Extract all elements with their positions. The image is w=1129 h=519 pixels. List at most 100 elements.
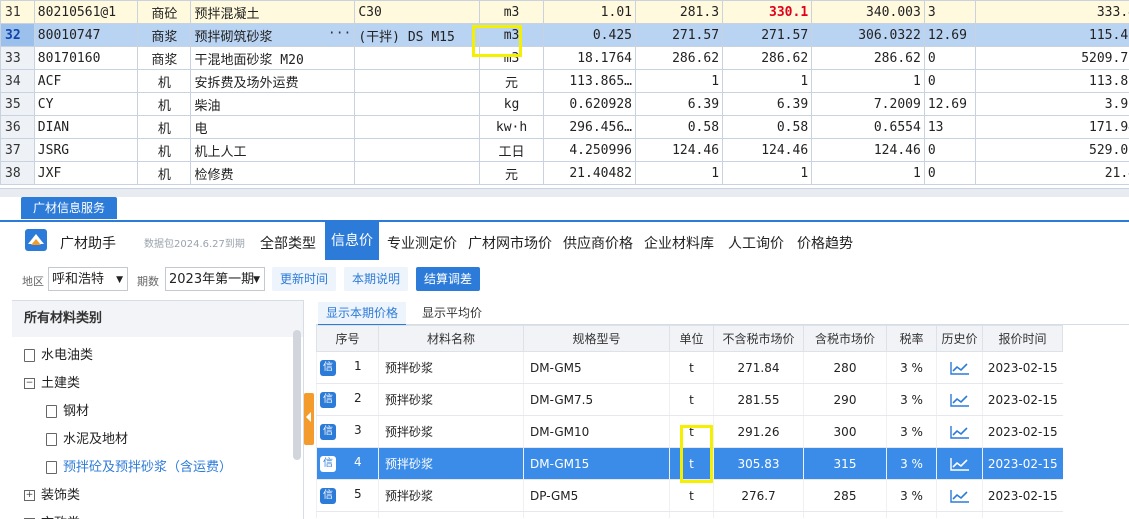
cell-type[interactable]: 机 xyxy=(138,162,191,185)
tree-node[interactable]: +装饰类 xyxy=(24,483,80,509)
tab-material-service[interactable]: 广材信息服务 xyxy=(21,197,117,219)
cell-row[interactable]: 35 xyxy=(1,93,35,116)
cell-history[interactable] xyxy=(937,384,983,416)
price-row[interactable]: 信6预拌砂浆DP-GM7.5t286.412953 %2023-02-15 xyxy=(317,512,1063,519)
period-notes-button[interactable]: 本期说明 xyxy=(344,267,408,291)
column-header[interactable]: 规格型号 xyxy=(524,326,670,352)
cell-history[interactable] xyxy=(937,512,983,519)
cell-type[interactable]: 机 xyxy=(138,116,191,139)
column-header[interactable]: 材料名称 xyxy=(379,326,524,352)
column-header[interactable]: 含税市场价 xyxy=(804,326,887,352)
cell-p1[interactable]: 271.57 xyxy=(635,24,722,47)
grid-row[interactable]: 3280010747商浆预拌砌筑砂浆···(干拌) DS M15m30.4252… xyxy=(1,24,1129,47)
grid-row[interactable]: 35CY机柴油kg0.6209286.396.397.200912.693.97 xyxy=(1,93,1129,116)
cell-p1[interactable]: 0.58 xyxy=(635,116,722,139)
cell-total[interactable]: 21.4 xyxy=(976,162,1129,185)
cell-history[interactable] xyxy=(937,352,983,384)
cell-p2[interactable]: 1 xyxy=(723,70,812,93)
cell-type[interactable]: 商砼 xyxy=(138,1,191,24)
cell-p2[interactable]: 286.62 xyxy=(723,47,812,70)
column-header[interactable]: 序号 xyxy=(317,326,379,352)
cell-type[interactable]: 商浆 xyxy=(138,47,191,70)
tree-node[interactable]: 预拌砼及预拌砂浆（含运费） xyxy=(46,455,232,481)
cell-p2[interactable]: 330.1 xyxy=(723,1,812,24)
cell-name[interactable]: 机上人工 xyxy=(191,139,355,162)
update-time-button[interactable]: 更新时间 xyxy=(272,267,336,291)
cell-rate[interactable]: 13 xyxy=(924,116,975,139)
cell-row[interactable]: 37 xyxy=(1,139,35,162)
cell-spec[interactable]: (干拌) DS M15 xyxy=(355,24,480,47)
cell-rate[interactable]: 0 xyxy=(924,70,975,93)
cell-spec[interactable]: C30 xyxy=(355,1,480,24)
cell-name[interactable]: 预拌混凝土 xyxy=(191,1,355,24)
cell-total[interactable]: 113.87 xyxy=(976,70,1129,93)
cell-p1[interactable]: 1 xyxy=(635,162,722,185)
grid-row[interactable]: 3180210561@1商砼预拌混凝土C30m31.01281.3330.134… xyxy=(1,1,1129,24)
cell-qty[interactable]: 21.40482 xyxy=(543,162,635,185)
cell-qty[interactable]: 18.1764 xyxy=(543,47,635,70)
cell-spec[interactable] xyxy=(355,116,480,139)
cell-history[interactable] xyxy=(937,448,983,480)
nav-price-trend[interactable]: 价格趋势 xyxy=(797,233,853,253)
tab-show-average-price[interactable]: 显示平均价 xyxy=(414,302,490,324)
cell-unit[interactable]: kg xyxy=(480,93,544,116)
period-select[interactable]: 2023年第一期 ▼ xyxy=(165,267,265,291)
cell-rate[interactable]: 12.69 xyxy=(924,24,975,47)
cell-total[interactable]: 529.08 xyxy=(976,139,1129,162)
tree-node[interactable]: 水电油类 xyxy=(24,343,93,369)
cell-unit[interactable]: 工日 xyxy=(480,139,544,162)
cell-qty[interactable]: 113.865… xyxy=(543,70,635,93)
cell-rate[interactable]: 0 xyxy=(924,47,975,70)
cell-name[interactable]: 检修费 xyxy=(191,162,355,185)
price-row[interactable]: 信2预拌砂浆DM-GM7.5t281.552903 %2023-02-15 xyxy=(317,384,1063,416)
tab-show-current-price[interactable]: 显示本期价格 xyxy=(318,302,406,326)
cell-p1[interactable]: 124.46 xyxy=(635,139,722,162)
cell-name[interactable]: 干混地面砂浆 M20 xyxy=(191,47,355,70)
trend-chart-icon[interactable] xyxy=(950,425,970,439)
price-row[interactable]: 信5预拌砂浆DP-GM5t276.72853 %2023-02-15 xyxy=(317,480,1063,512)
cell-type[interactable]: 机 xyxy=(138,70,191,93)
cell-row[interactable]: 32 xyxy=(1,24,35,47)
cell-p3[interactable]: 340.003 xyxy=(812,1,925,24)
cell-code[interactable]: ACF xyxy=(34,70,137,93)
nav-supplier-price[interactable]: 供应商价格 xyxy=(563,233,633,253)
cell-rate[interactable]: 0 xyxy=(924,162,975,185)
nav-labor-inquiry[interactable]: 人工询价 xyxy=(728,233,784,253)
cell-total[interactable]: 5209.72 xyxy=(976,47,1129,70)
cell-spec[interactable] xyxy=(355,93,480,116)
cell-p1[interactable]: 1 xyxy=(635,70,722,93)
cell-qty[interactable]: 0.425 xyxy=(543,24,635,47)
cell-spec[interactable] xyxy=(355,162,480,185)
cell-qty[interactable]: 0.620928 xyxy=(543,93,635,116)
nav-enterprise-library[interactable]: 企业材料库 xyxy=(644,233,714,253)
cell-code[interactable]: CY xyxy=(34,93,137,116)
more-options-icon[interactable]: ··· xyxy=(328,26,351,41)
cell-type[interactable]: 商浆 xyxy=(138,24,191,47)
cell-p3[interactable]: 124.46 xyxy=(812,139,925,162)
cell-p2[interactable]: 0.58 xyxy=(723,116,812,139)
column-header[interactable]: 不含税市场价 xyxy=(714,326,804,352)
cell-code[interactable]: 80210561@1 xyxy=(34,1,137,24)
cell-total[interactable]: 3.97 xyxy=(976,93,1129,116)
grid-row[interactable]: 37JSRG机机上人工工日4.250996124.46124.46124.460… xyxy=(1,139,1129,162)
cell-unit[interactable]: kw·h xyxy=(480,116,544,139)
cell-history[interactable] xyxy=(937,480,983,512)
cell-p3[interactable]: 306.0322 xyxy=(812,24,925,47)
cell-row[interactable]: 31 xyxy=(1,1,35,24)
trend-chart-icon[interactable] xyxy=(950,361,970,375)
cell-p3[interactable]: 286.62 xyxy=(812,47,925,70)
column-header[interactable]: 历史价 xyxy=(937,326,983,352)
cell-qty[interactable]: 4.250996 xyxy=(543,139,635,162)
cell-p2[interactable]: 124.46 xyxy=(723,139,812,162)
cell-unit[interactable]: 元 xyxy=(480,70,544,93)
collapse-panel-handle[interactable] xyxy=(304,393,314,445)
cell-history[interactable] xyxy=(937,416,983,448)
cell-row[interactable]: 33 xyxy=(1,47,35,70)
cell-p1[interactable]: 286.62 xyxy=(635,47,722,70)
cell-total[interactable]: 333.4 xyxy=(976,1,1129,24)
cell-p3[interactable]: 0.6554 xyxy=(812,116,925,139)
cell-unit[interactable]: 元 xyxy=(480,162,544,185)
trend-chart-icon[interactable] xyxy=(950,393,970,407)
cell-row[interactable]: 36 xyxy=(1,116,35,139)
tree-node[interactable]: 水泥及地材 xyxy=(46,427,128,453)
